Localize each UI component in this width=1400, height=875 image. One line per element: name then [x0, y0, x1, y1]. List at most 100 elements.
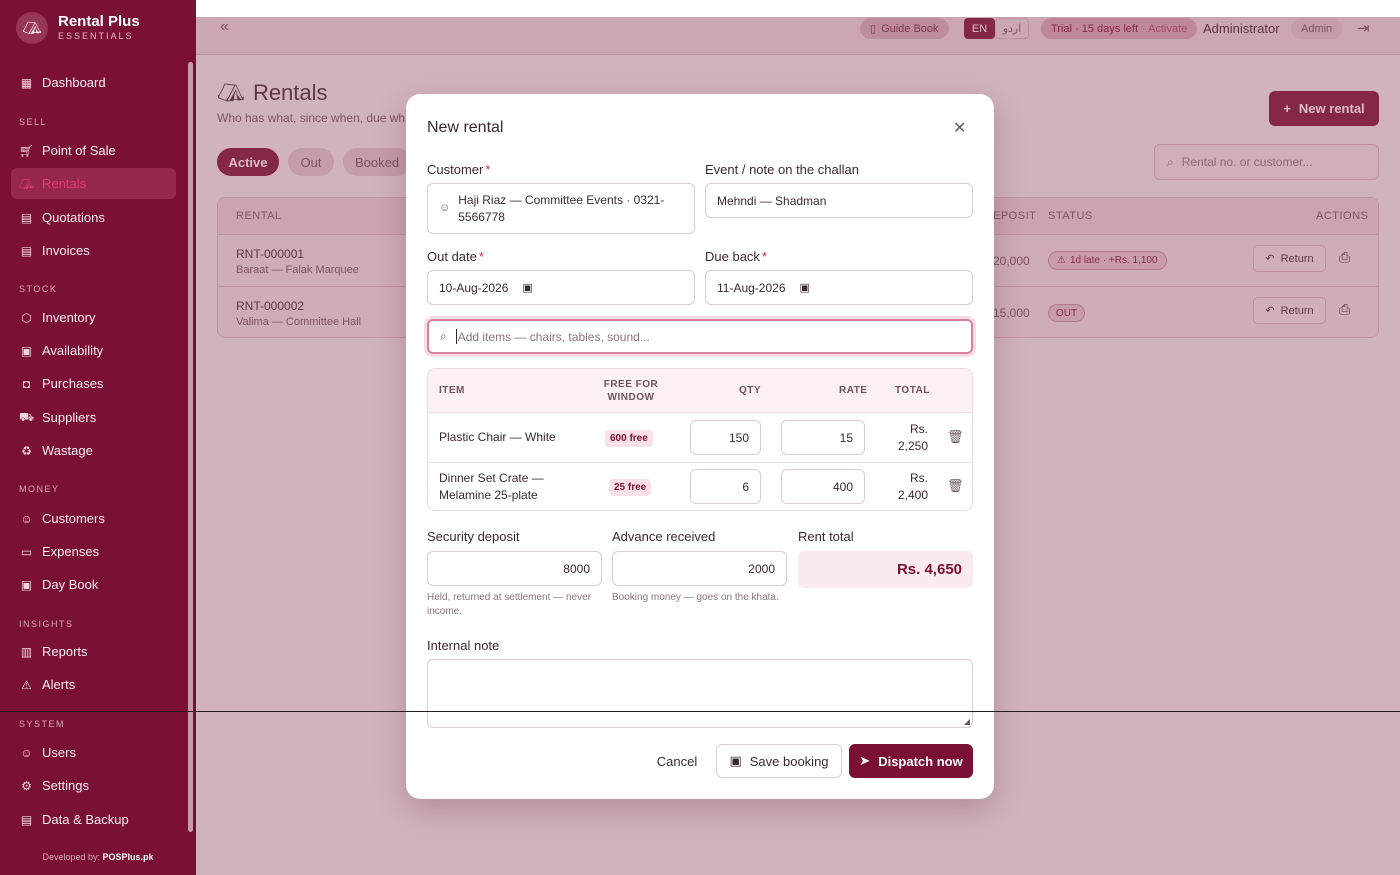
advance-hint: Booking money — goes on the khata. — [612, 592, 779, 603]
dialog-title: New rental — [427, 119, 504, 136]
app-name: Rental Plus — [58, 13, 140, 30]
send-icon: ➤ — [859, 753, 871, 768]
users-icon: ☺︎ — [20, 511, 33, 526]
sidebar-item-invoices[interactable]: ▤ Invoices — [11, 235, 176, 266]
deposit-hint: Held, returned at settlement — never inc… — [427, 592, 591, 617]
item-name: Dinner Set Crate — Melamine 25-plate — [439, 471, 544, 502]
internal-note-textarea[interactable]: ◢ — [427, 659, 973, 728]
calendar-icon: ▣ — [729, 753, 742, 768]
resize-handle-icon[interactable]: ◢ — [964, 717, 970, 726]
rate-input[interactable]: 400 — [781, 469, 865, 504]
advance-label: Advance received — [612, 529, 716, 544]
alert-icon: ⚠︎ — [21, 677, 32, 692]
col-free: FREE FOR WINDOW — [603, 379, 659, 403]
wallet-icon: ▭ — [20, 544, 33, 559]
due-back-label: Due back * — [705, 249, 767, 264]
rent-total-label: Rent total — [798, 529, 854, 544]
section-system: SYSTEM — [19, 719, 66, 729]
book-icon: ▣ — [20, 577, 33, 592]
internal-note-label: Internal note — [427, 638, 500, 653]
item-name: Plastic Chair — White — [439, 430, 556, 444]
free-badge: 25 free — [609, 479, 652, 496]
calendar-icon[interactable]: ▣ — [800, 281, 810, 294]
new-rental-dialog: New rental ✕ Customer * ☺︎ Haji Riaz — Com… — [406, 94, 994, 799]
dashboard-icon: ▦ — [20, 75, 33, 90]
quote-icon: ▤ — [20, 210, 33, 225]
invoice-icon: ▤ — [20, 243, 33, 258]
box-icon: ⬡ — [21, 310, 32, 325]
delete-row-icon[interactable]: 🗑︎ — [947, 478, 964, 494]
sidebar-item-data-backup[interactable]: ▤ Data & Backup — [11, 804, 176, 835]
col-rate: RATE — [839, 385, 868, 396]
item-row: Plastic Chair — White 600 free 150 15 Rs… — [428, 412, 972, 462]
close-icon[interactable]: ✕ — [953, 118, 966, 138]
qty-input[interactable]: 150 — [690, 420, 761, 455]
section-insights: INSIGHTS — [19, 619, 74, 629]
sidebar-item-expenses[interactable]: ▭ Expenses — [11, 536, 176, 567]
required-mark: * — [485, 162, 491, 177]
dispatch-now-button[interactable]: ➤ Dispatch now — [849, 744, 973, 778]
app-edition: ESSENTIALS — [58, 31, 134, 41]
line-total: Rs. 2,250 — [897, 422, 928, 453]
delete-row-icon[interactable]: 🗑︎ — [947, 429, 964, 445]
calendar-icon[interactable]: ▣ — [522, 281, 532, 294]
cart-icon: 🛒︎ — [18, 143, 35, 158]
rate-input[interactable]: 15 — [781, 420, 865, 455]
recycle-icon: ♻︎ — [21, 443, 32, 458]
save-booking-button[interactable]: ▣ Save booking — [716, 744, 842, 778]
security-deposit-input[interactable]: 8000 — [427, 551, 602, 586]
window-top-strip — [196, 0, 1400, 17]
brand[interactable]: ⛺︎ Rental Plus ESSENTIALS — [16, 12, 140, 44]
sidebar-item-availability[interactable]: ▣ Availability — [11, 335, 176, 366]
col-total: TOTAL — [895, 385, 930, 396]
rent-total-value: Rs. 4,650 — [798, 551, 973, 588]
calendar-icon: ▣ — [20, 343, 33, 358]
sidebar-item-day-book[interactable]: ▣ Day Book — [11, 569, 176, 600]
event-label: Event / note on the challan — [705, 162, 859, 177]
free-badge: 600 free — [605, 430, 653, 447]
sidebar-item-wastage[interactable]: ♻︎ Wastage — [11, 435, 176, 466]
developer-credit: Developed by: POSPlus.pk — [42, 852, 154, 862]
deposit-label: Security deposit — [427, 529, 520, 544]
required-mark: * — [761, 249, 767, 264]
sidebar-item-customers[interactable]: ☺︎ Customers — [11, 503, 176, 534]
sidebar: ⛺︎ Rental Plus ESSENTIALS ▦ Dashboard SEL… — [0, 0, 196, 875]
col-item: ITEM — [439, 385, 465, 396]
due-back-input[interactable]: 11-Aug-2026 ▣ — [705, 270, 973, 305]
sidebar-item-reports[interactable]: ▥ Reports — [11, 636, 176, 667]
qty-input[interactable]: 6 — [690, 469, 761, 504]
item-search-input[interactable]: ⌕ Add items — chairs, tables, sound... — [427, 319, 973, 354]
tent-icon: ⛺︎ — [18, 176, 35, 191]
out-date-input[interactable]: 10-Aug-2026 ▣ — [427, 270, 695, 305]
advance-received-input[interactable]: 2000 — [612, 551, 787, 586]
sidebar-item-dashboard[interactable]: ▦ Dashboard — [11, 67, 176, 98]
chart-icon: ▥ — [20, 644, 33, 659]
sidebar-item-purchases[interactable]: ◘ Purchases — [11, 368, 176, 399]
cancel-button[interactable]: Cancel — [646, 744, 708, 778]
line-total: Rs. 2,400 — [897, 471, 928, 502]
sidebar-item-rentals[interactable]: ⛺︎ Rentals — [11, 168, 176, 199]
sidebar-item-inventory[interactable]: ⬡ Inventory — [11, 302, 176, 333]
sidebar-item-point-of-sale[interactable]: 🛒︎ Point of Sale — [11, 135, 176, 166]
sidebar-item-suppliers[interactable]: ⛟ Suppliers — [11, 402, 176, 433]
section-stock: STOCK — [19, 284, 58, 294]
sidebar-item-quotations[interactable]: ▤ Quotations — [11, 202, 176, 233]
user-icon: ☺︎ — [439, 202, 451, 214]
truck-icon: ⛟ — [18, 409, 35, 424]
items-table: ITEM FREE FOR WINDOW QTY RATE TOTAL Plas… — [427, 368, 973, 511]
customer-select[interactable]: ☺︎ Haji Riaz — Committee Events · 0321-55… — [427, 183, 695, 234]
search-icon: ⌕ — [440, 329, 447, 343]
sidebar-item-alerts[interactable]: ⚠︎ Alerts — [11, 669, 176, 700]
sidebar-scrollbar[interactable] — [188, 62, 193, 832]
bag-icon: ◘ — [22, 376, 31, 391]
event-note-input[interactable]: Mehndi — Shadman — [705, 183, 973, 218]
section-sell: SELL — [19, 117, 48, 127]
required-mark: * — [478, 249, 484, 264]
tent-logo-icon: ⛺︎ — [16, 12, 48, 44]
user-icon: ☺︎ — [20, 745, 33, 760]
text-caret — [455, 329, 457, 344]
items-header: ITEM FREE FOR WINDOW QTY RATE TOTAL — [428, 369, 972, 412]
sidebar-item-users[interactable]: ☺︎ Users — [11, 737, 176, 768]
customer-label: Customer * — [427, 162, 491, 177]
sidebar-item-settings[interactable]: ⚙︎ Settings — [11, 770, 176, 801]
